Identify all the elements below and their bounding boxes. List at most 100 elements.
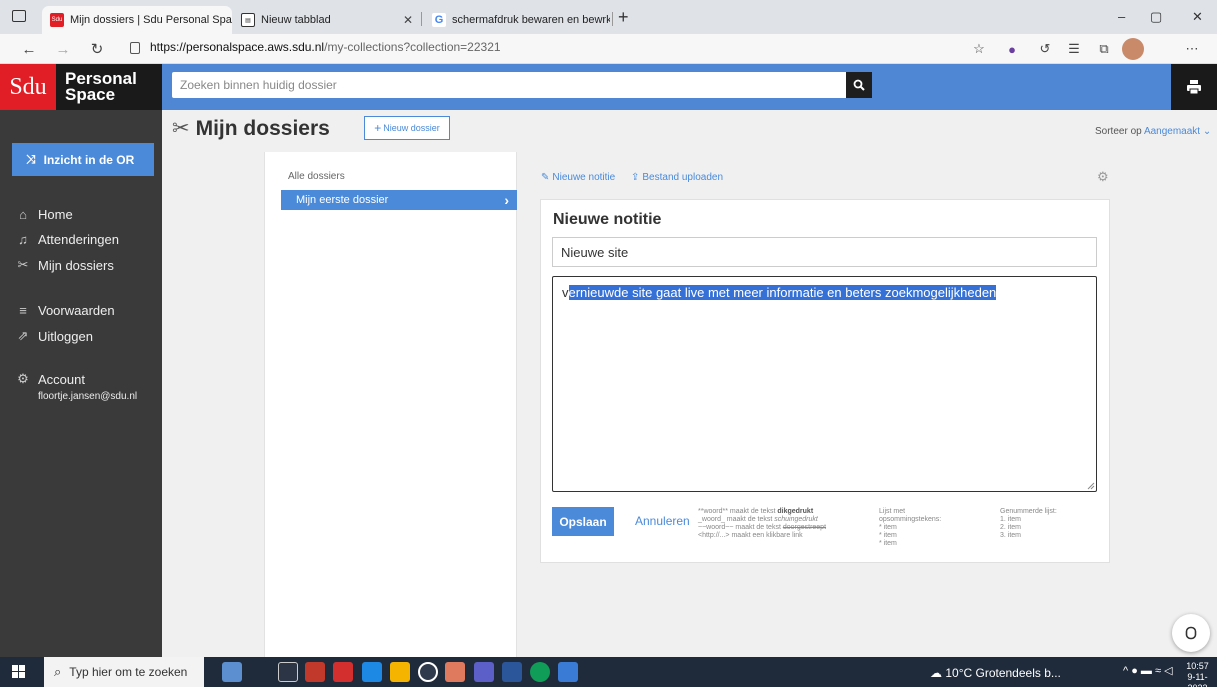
body-text: v xyxy=(562,285,569,300)
taskbar-search-label: Typ hier om te zoeken xyxy=(69,665,188,679)
meet-app-icon[interactable] xyxy=(222,662,242,682)
sidebar-item-mijn-dossiers[interactable]: ✂ Mijn dossiers xyxy=(16,257,114,273)
bell-icon: ♫ xyxy=(18,232,28,247)
dossier-item-selected[interactable]: Mijn eerste dossier › xyxy=(281,190,517,210)
taskbar-search[interactable]: ⌕ Typ hier om te zoeken xyxy=(44,657,204,687)
weather-widget[interactable]: ☁ 10°C Grotendeels b... xyxy=(930,666,1061,680)
minimize-button[interactable]: – xyxy=(1118,9,1125,24)
newtab-icon: ▤ xyxy=(241,13,255,27)
tab-nieuw-tabblad[interactable]: ▤ Nieuw tabblad ✕ xyxy=(233,6,421,34)
refresh-extension-icon[interactable]: ↺ xyxy=(1034,39,1056,59)
all-dossiers-link[interactable]: Alle dossiers xyxy=(288,171,345,182)
tab-title: Mijn dossiers | Sdu Personal Spa xyxy=(70,14,232,26)
sort-label: Sorteer op xyxy=(1095,126,1142,137)
app-icon[interactable] xyxy=(362,662,382,682)
address-bar: ← → ↻ https://personalspace.aws.sdu.nl/m… xyxy=(0,34,1217,64)
print-icon xyxy=(1187,80,1201,95)
clock-date: 9-11-2023 xyxy=(1187,672,1208,693)
shuffle-icon: ⤨ xyxy=(26,152,36,166)
profile-avatar[interactable] xyxy=(1122,38,1144,60)
upload-file-link[interactable]: ⇪ Bestand uploaden xyxy=(631,172,723,183)
sidebar-item-attenderingen[interactable]: ♫ Attenderingen xyxy=(16,232,119,247)
formatting-help: **woord** maakt de tekst dikgedrukt _woo… xyxy=(698,508,827,539)
note-title-input[interactable]: Nieuwe site xyxy=(552,237,1097,267)
logo-text: Personal Space xyxy=(65,69,137,104)
account-email: floortje.jansen@sdu.nl xyxy=(38,391,138,402)
settings-gear-icon[interactable]: ⚙ xyxy=(1097,169,1109,185)
app-icon[interactable] xyxy=(305,662,325,682)
clock[interactable]: 10:57 9-11-2023 xyxy=(1178,661,1217,694)
sidebar-item-label: Voorwaarden xyxy=(38,303,115,318)
tab-google[interactable]: G schermafdruk bewaren en bewrk ✕ xyxy=(424,6,610,34)
close-window-button[interactable]: ✕ xyxy=(1192,9,1203,25)
acrobat-icon[interactable] xyxy=(333,662,353,682)
or-button-label: Inzicht in de OR xyxy=(43,152,135,167)
task-view-icon[interactable] xyxy=(278,662,298,682)
sidebar-item-voorwaarden[interactable]: ≡ Voorwaarden xyxy=(16,303,115,318)
sidebar-item-label: Home xyxy=(38,207,73,222)
sidebar-item-account[interactable]: ⚙ Account xyxy=(16,371,85,387)
sidebar-item-home[interactable]: ⌂ Home xyxy=(16,207,73,222)
numbered-list-help: Genummerde lijst: 1. item 2. item 3. item xyxy=(1000,508,1057,539)
search-input[interactable]: Zoeken binnen huidig dossier xyxy=(172,72,846,98)
maximize-button[interactable]: ▢ xyxy=(1150,9,1162,25)
sort-dropdown[interactable]: Sorteer op Aangemaakt ⌄ xyxy=(1095,126,1211,137)
edge-icon[interactable] xyxy=(530,662,550,682)
logo-sdu: Sdu xyxy=(0,64,56,110)
print-button[interactable] xyxy=(1171,64,1217,110)
clock-time: 10:57 xyxy=(1186,661,1209,671)
note-body-textarea[interactable]: vernieuwde site gaat live met meer infor… xyxy=(552,276,1097,492)
browser-tab-bar: Sdu Mijn dossiers | Sdu Personal Spa ✕ ▤… xyxy=(0,0,1217,34)
shield-icon xyxy=(1185,626,1197,640)
weather-icon: ☁ xyxy=(930,666,942,680)
windows-start-icon[interactable] xyxy=(12,665,26,684)
collections-icon[interactable]: ⧉ xyxy=(1093,39,1115,59)
url-host: https://personalspace.aws.sdu.nl xyxy=(150,40,325,54)
close-tab-icon[interactable]: ✕ xyxy=(403,13,413,27)
sidebar-item-label: Uitloggen xyxy=(38,328,93,344)
tab-title: schermafdruk bewaren en bewrk xyxy=(452,14,610,26)
new-note-link[interactable]: ✎ Nieuwe notitie xyxy=(541,172,615,183)
search-icon xyxy=(853,79,865,91)
upload-icon: ⇪ xyxy=(631,172,640,183)
logout-icon: ⇗ xyxy=(17,328,29,343)
resize-grip-icon[interactable] xyxy=(1087,482,1095,490)
teams-icon[interactable] xyxy=(474,662,494,682)
sdu-logo[interactable]: Sdu Personal Space xyxy=(0,64,162,110)
favorite-star-icon[interactable]: ☆ xyxy=(968,39,990,59)
bullet-list-help: Lijst met opsommingstekens: * item * item * … xyxy=(879,508,942,547)
back-icon[interactable]: ← xyxy=(16,34,42,64)
floating-action-button[interactable] xyxy=(1172,614,1210,652)
save-button[interactable]: Opslaan xyxy=(552,507,614,536)
photos-icon[interactable] xyxy=(558,662,578,682)
sidebar-item-label: Account xyxy=(38,371,85,387)
tab-mijn-dossiers[interactable]: Sdu Mijn dossiers | Sdu Personal Spa ✕ xyxy=(42,6,232,34)
lock-icon[interactable] xyxy=(130,42,140,54)
favorites-icon[interactable]: ☰ xyxy=(1063,39,1085,59)
new-tab-button[interactable]: + xyxy=(618,7,629,28)
cancel-button[interactable]: Annuleren xyxy=(635,514,690,528)
url-field[interactable]: https://personalspace.aws.sdu.nl/my-coll… xyxy=(150,40,501,54)
app-icon[interactable] xyxy=(418,662,438,682)
url-path: /my-collections?collection=22321 xyxy=(324,40,501,54)
or-insight-button[interactable]: ⤨ Inzicht in de OR xyxy=(12,143,154,176)
tab-title: Nieuw tabblad xyxy=(261,14,331,26)
sdu-favicon: Sdu xyxy=(50,13,64,27)
new-dossier-button[interactable]: + Nieuw dossier xyxy=(364,116,450,140)
sidebar-item-uitloggen[interactable]: ⇗ Uitloggen xyxy=(16,328,93,344)
search-button[interactable] xyxy=(846,72,872,98)
search-icon: ⌕ xyxy=(54,664,62,679)
file-explorer-icon[interactable] xyxy=(390,662,410,682)
word-icon[interactable] xyxy=(502,662,522,682)
forward-icon[interactable]: → xyxy=(50,34,76,64)
extension-icon[interactable]: ● xyxy=(1001,39,1023,59)
system-tray-icons[interactable]: ^ ● ▬ ≈ ◁ xyxy=(1123,664,1173,677)
new-note-label: Nieuwe notitie xyxy=(552,172,616,183)
refresh-icon[interactable]: ↻ xyxy=(84,34,110,64)
google-icon: G xyxy=(432,13,446,27)
skype-icon[interactable] xyxy=(445,662,465,682)
empty-column xyxy=(162,152,264,657)
more-icon[interactable]: ⋯ xyxy=(1181,39,1203,59)
home-icon: ⌂ xyxy=(19,207,27,222)
tab-actions-icon[interactable] xyxy=(12,10,26,22)
